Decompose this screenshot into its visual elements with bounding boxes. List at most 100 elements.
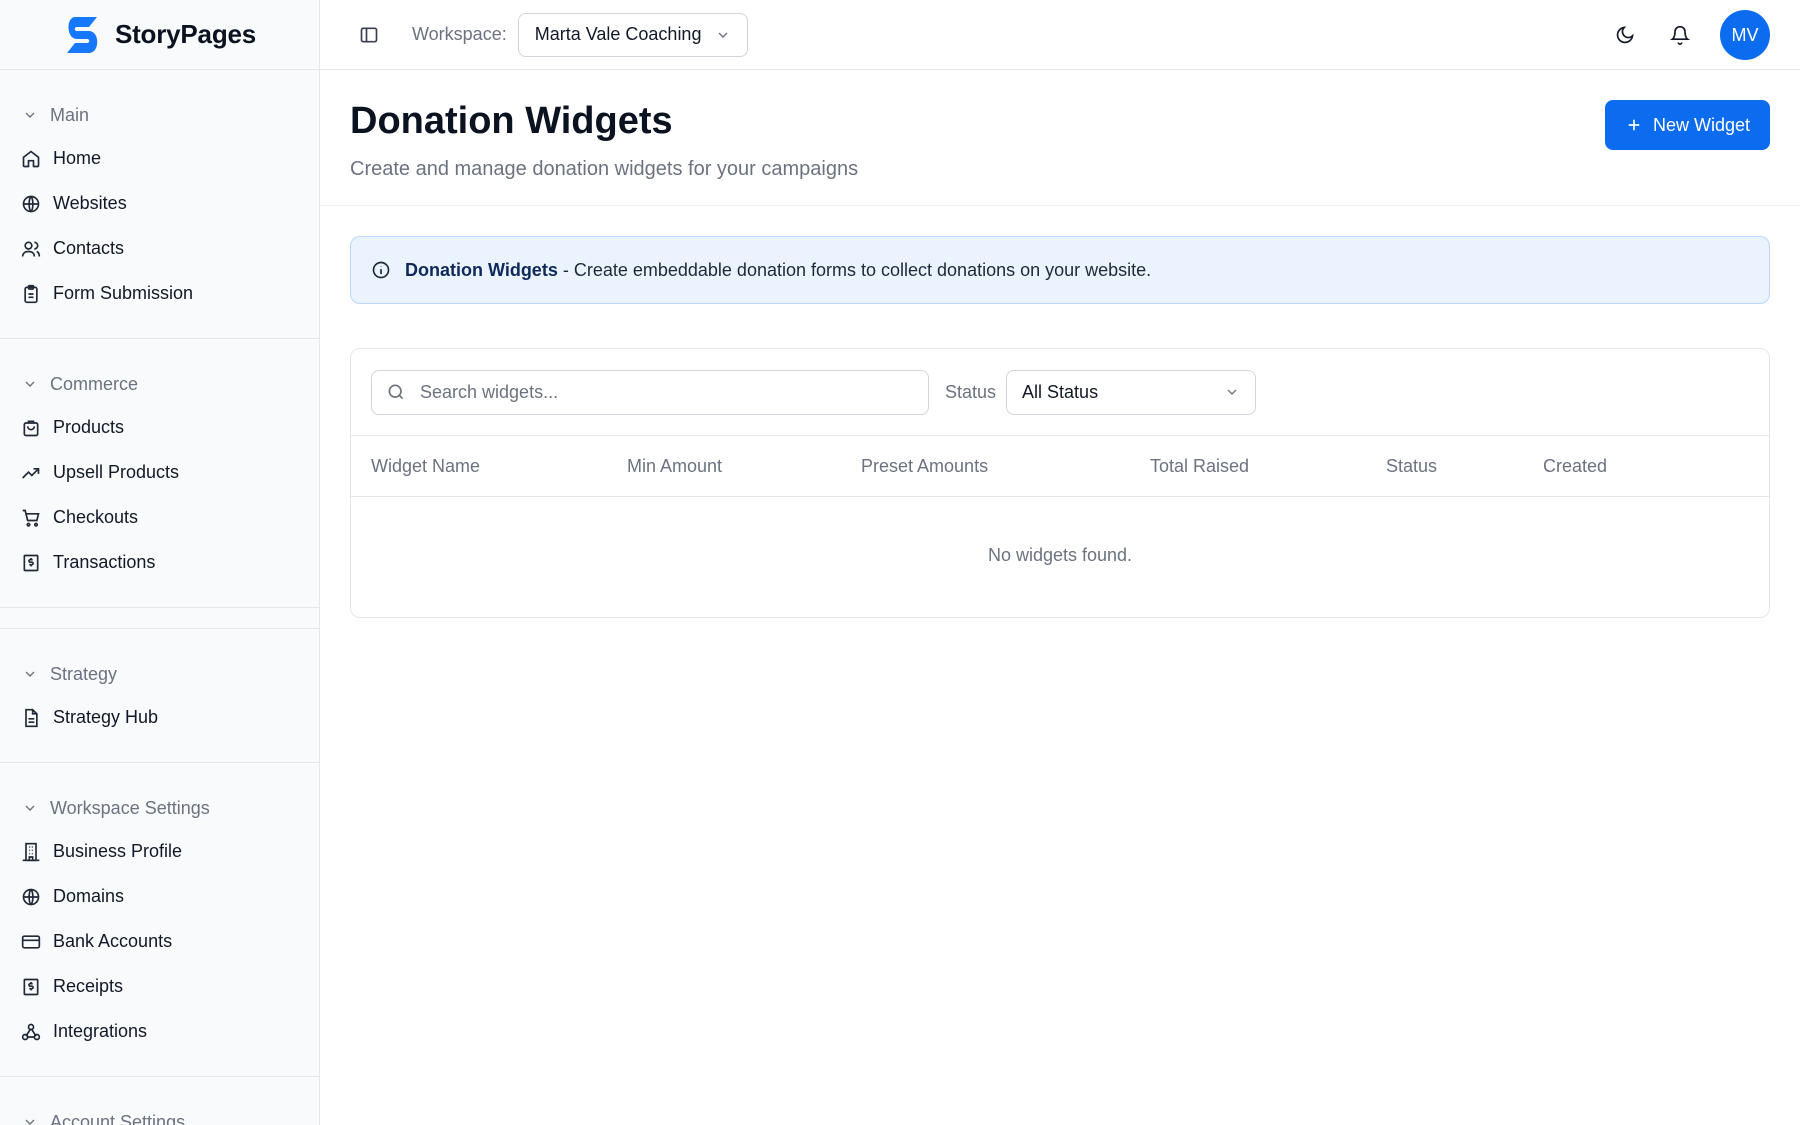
search-box[interactable] (371, 369, 929, 415)
brand[interactable]: StoryPages (0, 0, 319, 70)
sidebar-item-label: Integrations (53, 1021, 148, 1041)
status-filter-select[interactable]: All Status (1006, 369, 1257, 415)
column-header-created[interactable]: Created (1543, 456, 1607, 477)
table-header: Widget Name Min Amount Preset Amounts To… (351, 436, 1769, 497)
chevron-down-icon (1224, 384, 1240, 400)
notifications-button[interactable] (1660, 15, 1700, 55)
receipt-icon (21, 553, 41, 573)
sidebar-item-bank-accounts[interactable]: Bank Accounts (0, 919, 319, 964)
receipt-icon (21, 977, 41, 997)
avatar[interactable]: MV (1720, 10, 1770, 60)
search-input[interactable] (420, 381, 900, 403)
brand-name: StoryPages (114, 19, 257, 49)
sidebar-item-transactions[interactable]: Transactions (0, 540, 319, 585)
panel-left-icon (359, 25, 379, 45)
building-icon (21, 842, 41, 862)
sidebar-item-label: Receipts (53, 976, 124, 996)
nav-group-strategy: Strategy Strategy Hub (0, 628, 319, 763)
shopping-bag-icon (21, 418, 41, 438)
sidebar-item-form-submission[interactable]: Form Submission (0, 271, 319, 316)
moon-icon (1615, 25, 1635, 45)
top-right-actions: MV (1605, 10, 1770, 60)
plus-icon (1625, 116, 1643, 134)
sidebar-item-integrations[interactable]: Integrations (0, 1009, 319, 1054)
new-widget-label: New Widget (1652, 114, 1750, 135)
document-icon (21, 708, 41, 728)
info-title: Donation Widgets (405, 259, 558, 280)
info-description: - Create embeddable donation forms to co… (557, 259, 1152, 280)
webhook-icon (21, 1022, 41, 1042)
filters-bar: Status All Status (351, 349, 1769, 436)
info-icon (371, 260, 391, 280)
sidebar-item-label: Home (53, 148, 102, 168)
sidebar-item-websites[interactable]: Websites (0, 181, 319, 226)
column-header-status[interactable]: Status (1386, 456, 1437, 477)
sidebar-item-products[interactable]: Products (0, 405, 319, 450)
info-text: Donation Widgets - Create embeddable don… (405, 260, 1151, 281)
nav-group-header-account-settings[interactable]: Account Settings (0, 1107, 319, 1125)
nav-group-main: Main Home Websites Contacts Form Submiss… (0, 70, 319, 339)
sidebar-item-strategy-hub[interactable]: Strategy Hub (0, 695, 319, 740)
page-header: Donation Widgets Create and manage donat… (320, 70, 1800, 206)
sidebar-item-label: Contacts (53, 238, 125, 258)
globe-icon (21, 194, 41, 214)
column-header-preset-amounts[interactable]: Preset Amounts (861, 456, 988, 477)
chevron-down-icon (715, 27, 731, 43)
chevron-down-icon (22, 666, 38, 682)
empty-state-text: No widgets found. (987, 545, 1133, 565)
cart-icon (21, 508, 41, 528)
sidebar-item-label: Upsell Products (53, 462, 180, 482)
users-icon (21, 239, 41, 259)
globe-icon (21, 887, 41, 907)
nav-group-account-settings: Account Settings (0, 1077, 319, 1125)
sidebar-item-label: Checkouts (53, 507, 139, 527)
sidebar-item-label: Business Profile (53, 841, 183, 861)
home-icon (21, 149, 41, 169)
theme-toggle-button[interactable] (1605, 15, 1645, 55)
clipboard-icon (21, 284, 41, 304)
sidebar-item-upsell-products[interactable]: Upsell Products (0, 450, 319, 495)
sidebar-item-domains[interactable]: Domains (0, 874, 319, 919)
main-content: Donation Widgets Create and manage donat… (320, 70, 1800, 1125)
column-header-total-raised[interactable]: Total Raised (1150, 456, 1249, 477)
nav-group-label: Strategy (50, 663, 118, 684)
column-header-widget-name[interactable]: Widget Name (371, 456, 480, 477)
nav-group-label: Commerce (50, 373, 139, 394)
chevron-down-icon (22, 107, 38, 123)
status-filter-label: Status (945, 381, 997, 402)
sidebar-item-contacts[interactable]: Contacts (0, 226, 319, 271)
sidebar-item-checkouts[interactable]: Checkouts (0, 495, 319, 540)
sidebar-item-home[interactable]: Home (0, 136, 319, 181)
storypages-logo-icon (63, 15, 103, 55)
status-filter-value: All Status (1022, 381, 1099, 402)
credit-card-icon (21, 932, 41, 952)
workspace-value: Marta Vale Coaching (534, 24, 702, 44)
nav-group-header-commerce[interactable]: Commerce (0, 369, 319, 399)
sidebar-item-label: Strategy Hub (53, 707, 159, 727)
info-banner: Donation Widgets - Create embeddable don… (350, 236, 1770, 304)
sidebar-item-label: Transactions (53, 552, 156, 572)
sidebar-item-receipts[interactable]: Receipts (0, 964, 319, 1009)
new-widget-button[interactable]: New Widget (1604, 100, 1770, 150)
bell-icon (1670, 25, 1690, 45)
workspace-select[interactable]: Marta Vale Coaching (517, 12, 749, 57)
page-title: Donation Widgets (350, 100, 673, 142)
nav-group-header-workspace-settings[interactable]: Workspace Settings (0, 793, 319, 823)
search-icon (386, 382, 406, 402)
workspace-label: Workspace: (412, 24, 507, 44)
trending-up-icon (21, 463, 41, 483)
sidebar: StoryPages Main Home Websites Contacts F… (0, 0, 320, 1125)
sidebar-toggle-button[interactable] (353, 19, 385, 51)
nav-group-label: Workspace Settings (50, 797, 210, 818)
top-bar: Workspace: Marta Vale Coaching MV (320, 0, 1800, 70)
nav-group-label: Main (50, 104, 90, 125)
nav-group-label: Account Settings (50, 1111, 186, 1125)
sidebar-item-label: Bank Accounts (53, 931, 173, 951)
chevron-down-icon (22, 1114, 38, 1125)
nav-group-header-main[interactable]: Main (0, 100, 319, 130)
column-header-min-amount[interactable]: Min Amount (627, 456, 722, 477)
sidebar-item-business-profile[interactable]: Business Profile (0, 829, 319, 874)
nav-group-header-strategy[interactable]: Strategy (0, 659, 319, 689)
chevron-down-icon (22, 800, 38, 816)
nav-group-workspace-settings: Workspace Settings Business Profile Doma… (0, 763, 319, 1077)
